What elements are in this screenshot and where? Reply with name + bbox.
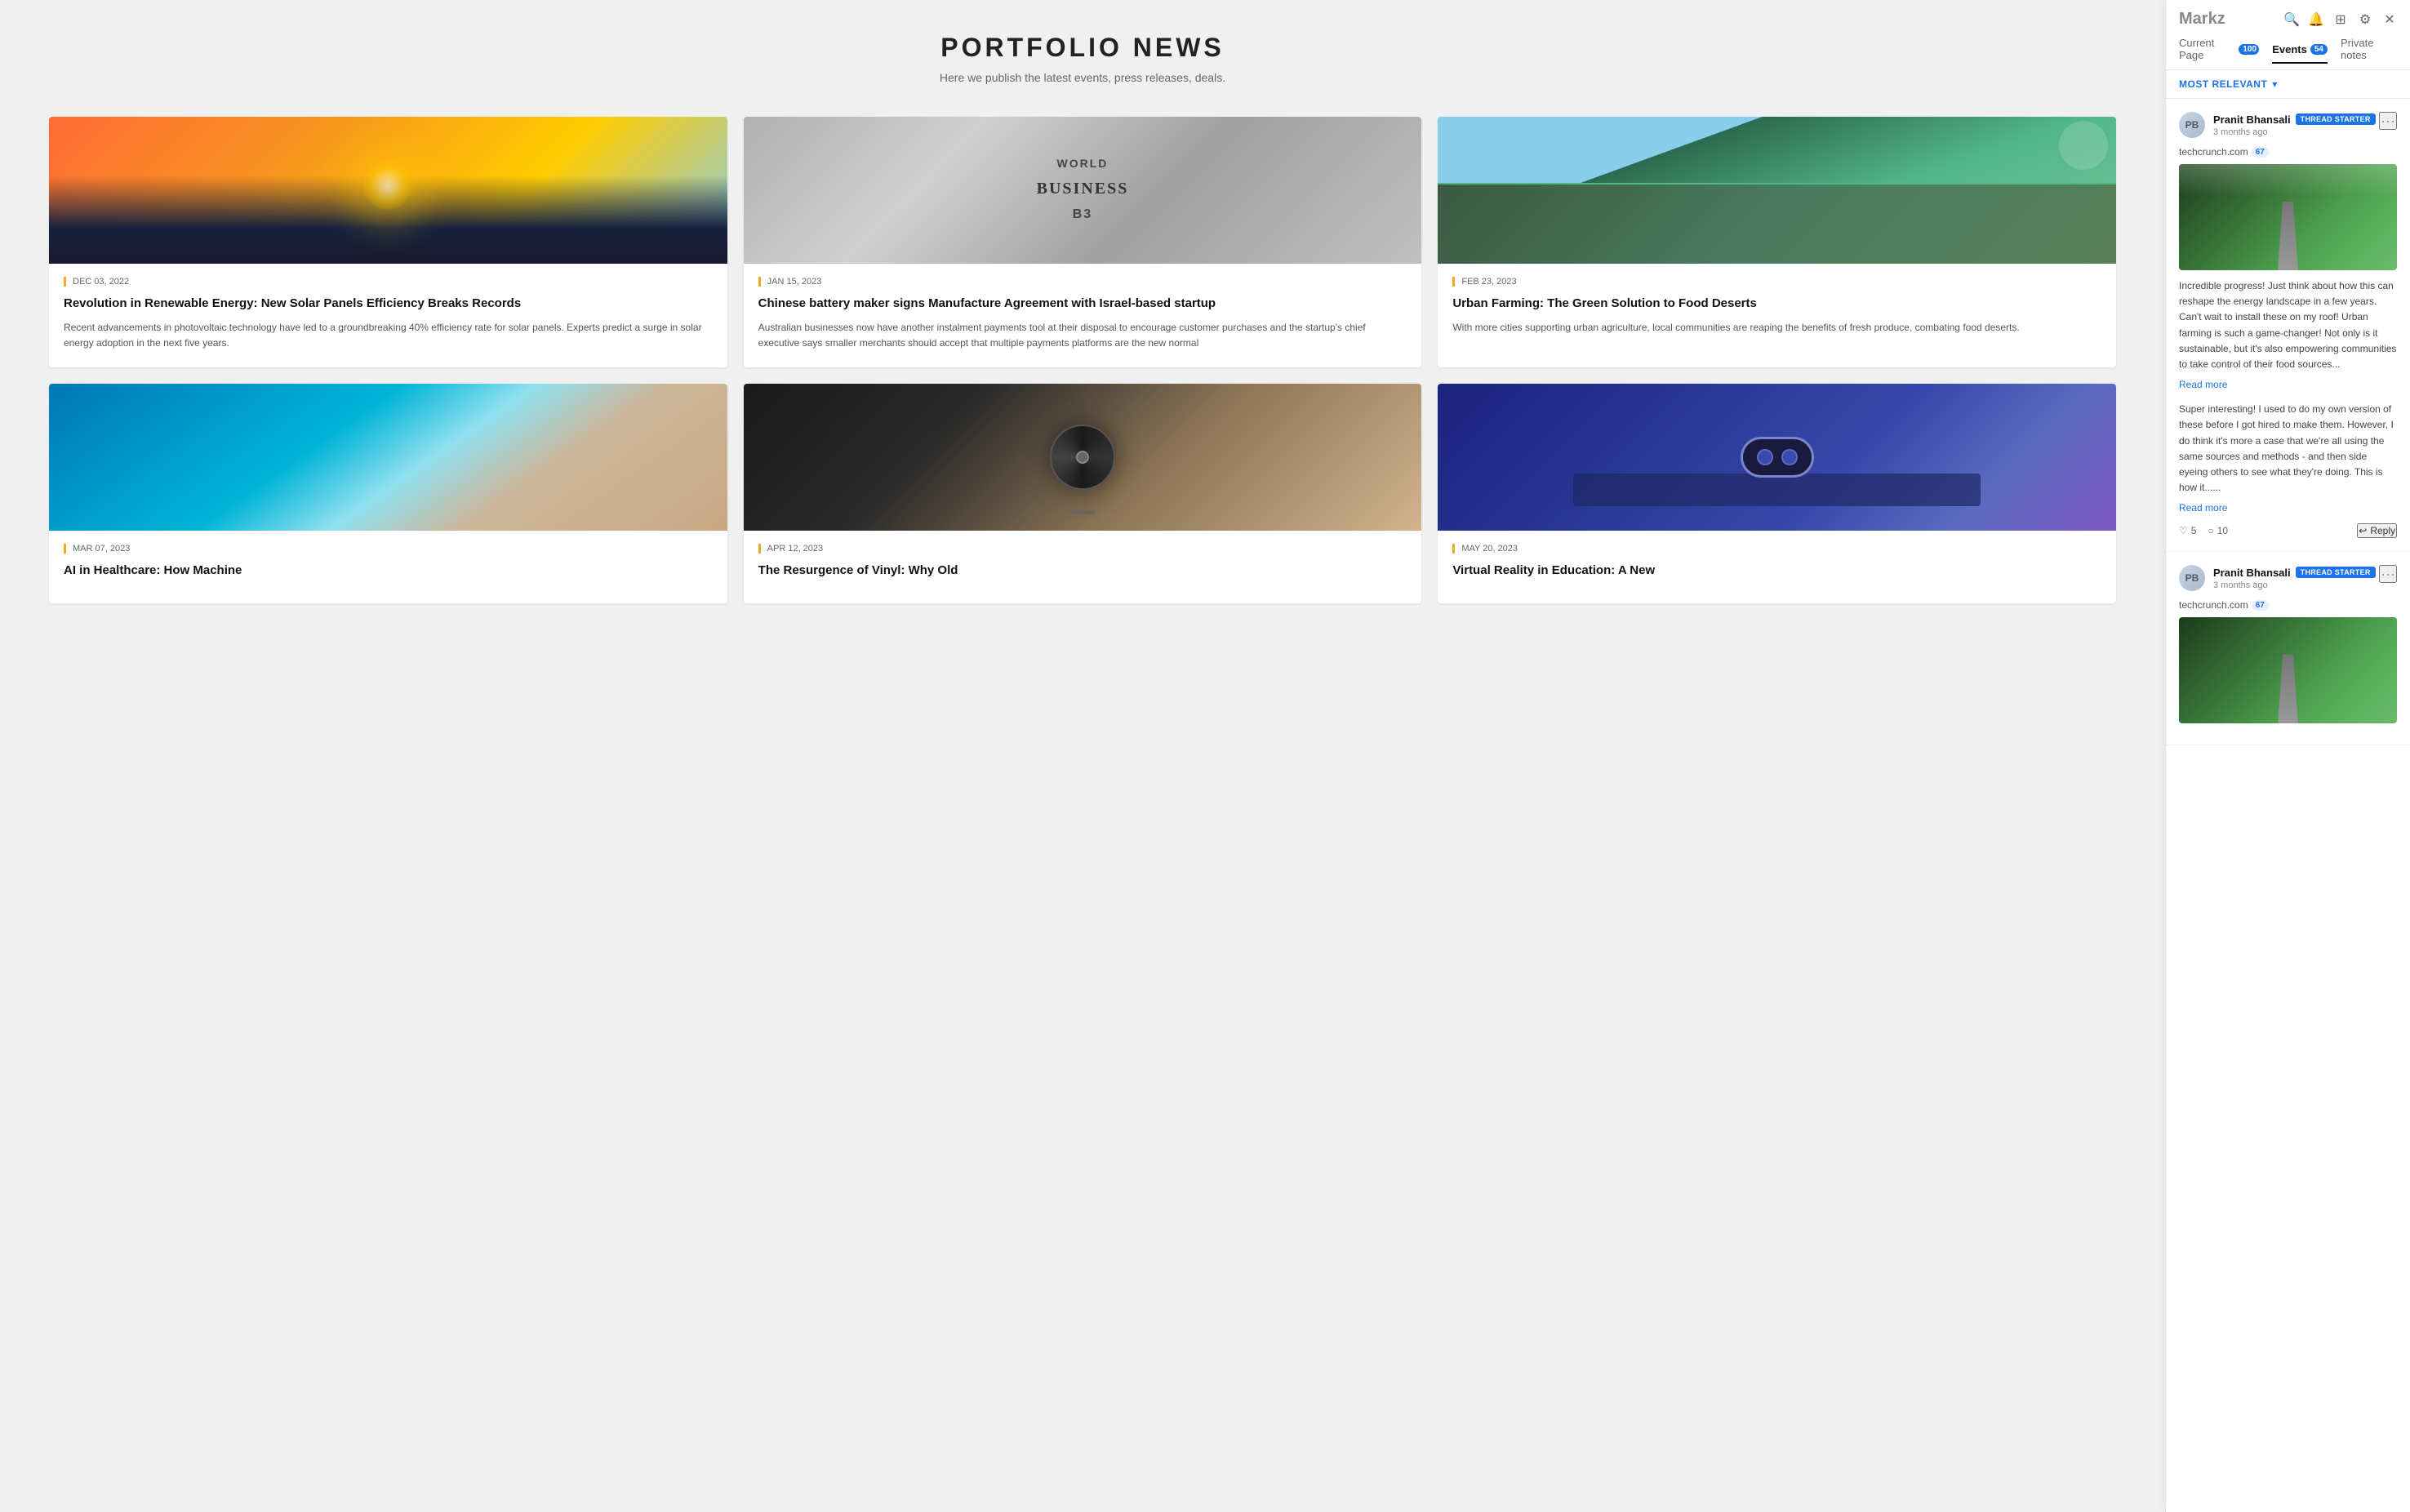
article-image-ocean: [49, 384, 727, 531]
like-button[interactable]: ♡ 5: [2179, 525, 2196, 536]
sidebar-header: Markz 🔍 🔔 ⊞ ⚙ ✕ Current Page 100 Events …: [2166, 0, 2410, 70]
gear-icon[interactable]: ⚙: [2358, 12, 2372, 27]
article-date: MAR 07, 2023: [64, 544, 713, 554]
thread-starter-badge: THREAD STARTER: [2296, 113, 2376, 125]
comment-meta: Pranit Bhansali THREAD STARTER 3 months …: [2213, 113, 2376, 137]
article-date: APR 12, 2023: [758, 544, 1407, 554]
sidebar: Markz 🔍 🔔 ⊞ ⚙ ✕ Current Page 100 Events …: [2165, 0, 2410, 1512]
page-header: PORTFOLIO NEWS Here we publish the lates…: [49, 33, 2116, 84]
close-icon[interactable]: ✕: [2382, 12, 2397, 27]
source-name: techcrunch.com: [2179, 146, 2248, 158]
comment-meta-2: Pranit Bhansali THREAD STARTER 3 months …: [2213, 567, 2376, 590]
grid-icon[interactable]: ⊞: [2333, 12, 2348, 27]
comment-source-2: techcrunch.com 67: [2179, 599, 2397, 611]
sidebar-tabs: Current Page 100 Events 54 Private notes: [2179, 37, 2397, 69]
tab-private-notes[interactable]: Private notes: [2341, 37, 2397, 69]
article-excerpt: Australian businesses now have another i…: [758, 320, 1407, 351]
sidebar-top-bar: Markz 🔍 🔔 ⊞ ⚙ ✕: [2179, 10, 2397, 29]
article-card[interactable]: WORLD BUSINESS B3 JAN 15, 2023 Chinese b…: [744, 117, 1422, 367]
article-card[interactable]: MAY 20, 2023 Virtual Reality in Educatio…: [1438, 384, 2116, 603]
comment-image: [2179, 164, 2397, 270]
source-name-2: techcrunch.com: [2179, 599, 2248, 611]
read-more-link-2[interactable]: Read more: [2179, 502, 2227, 514]
article-card[interactable]: FEB 23, 2023 Urban Farming: The Green So…: [1438, 117, 2116, 367]
article-title: AI in Healthcare: How Machine: [64, 562, 713, 579]
article-title: The Resurgence of Vinyl: Why Old: [758, 562, 1407, 579]
comments-list: PB Pranit Bhansali THREAD STARTER 3 mont…: [2166, 99, 2410, 1512]
article-body: FEB 23, 2023 Urban Farming: The Green So…: [1438, 264, 2116, 352]
tab-events[interactable]: Events 54: [2272, 43, 2328, 64]
article-body: JAN 15, 2023 Chinese battery maker signs…: [744, 264, 1422, 367]
comment-image-2: [2179, 617, 2397, 723]
comment-user-row-2: Pranit Bhansali THREAD STARTER: [2213, 567, 2376, 579]
comment-button[interactable]: ○ 10: [2208, 525, 2228, 536]
comment-standalone: Super interesting! I used to do my own v…: [2179, 402, 2397, 496]
source-badge-2: 67: [2252, 600, 2269, 611]
article-card[interactable]: APR 12, 2023 The Resurgence of Vinyl: Wh…: [744, 384, 1422, 603]
article-title: Revolution in Renewable Energy: New Sola…: [64, 295, 713, 312]
article-body: MAY 20, 2023 Virtual Reality in Educatio…: [1438, 531, 2116, 603]
filter-bar[interactable]: MOST RELEVANT ▾: [2166, 70, 2410, 99]
chevron-down-icon: ▾: [2272, 78, 2277, 90]
article-title: Urban Farming: The Green Solution to Foo…: [1452, 295, 2101, 312]
source-badge: 67: [2252, 147, 2269, 158]
article-image-solar: [49, 117, 727, 264]
page-title: PORTFOLIO NEWS: [49, 33, 2116, 63]
comment-username-2: Pranit Bhansali: [2213, 567, 2291, 579]
article-body: MAR 07, 2023 AI in Healthcare: How Machi…: [49, 531, 727, 603]
article-date: FEB 23, 2023: [1452, 277, 2101, 287]
article-body: DEC 03, 2022 Revolution in Renewable Ene…: [49, 264, 727, 367]
comment-time: 3 months ago: [2213, 127, 2376, 137]
comment-header: PB Pranit Bhansali THREAD STARTER 3 mont…: [2179, 112, 2397, 138]
article-title: Virtual Reality in Education: A New: [1452, 562, 2101, 579]
comment-user-info: PB Pranit Bhansali THREAD STARTER 3 mont…: [2179, 112, 2376, 138]
bell-icon[interactable]: 🔔: [2309, 12, 2323, 27]
article-image-vinyl: [744, 384, 1422, 531]
filter-label: MOST RELEVANT: [2179, 78, 2267, 90]
article-image-vr: [1438, 384, 2116, 531]
comment-more-button[interactable]: ···: [2379, 112, 2397, 130]
forest-image: [2179, 164, 2397, 270]
comment-source: techcrunch.com 67: [2179, 146, 2397, 158]
comment-icon: ○: [2208, 525, 2213, 536]
article-excerpt: With more cities supporting urban agricu…: [1452, 320, 2101, 336]
article-excerpt: Recent advancements in photovoltaic tech…: [64, 320, 713, 351]
comment-time-2: 3 months ago: [2213, 580, 2376, 590]
comment-text: Incredible progress! Just think about ho…: [2179, 278, 2397, 372]
article-title: Chinese battery maker signs Manufacture …: [758, 295, 1407, 312]
like-count: 5: [2191, 525, 2197, 536]
comment-more-button-2[interactable]: ···: [2379, 565, 2397, 583]
articles-grid: DEC 03, 2022 Revolution in Renewable Ene…: [49, 117, 2116, 603]
comment-count: 10: [2217, 525, 2228, 536]
reply-icon: ↩: [2359, 525, 2367, 536]
article-date: MAY 20, 2023: [1452, 544, 2101, 554]
markz-logo: Markz: [2179, 10, 2225, 29]
tab-current-page[interactable]: Current Page 100: [2179, 37, 2259, 69]
comment-section: PB Pranit Bhansali THREAD STARTER 3 mont…: [2166, 99, 2410, 552]
heart-icon: ♡: [2179, 525, 2188, 536]
article-date: DEC 03, 2022: [64, 277, 713, 287]
main-content: PORTFOLIO NEWS Here we publish the lates…: [0, 0, 2165, 1512]
article-date: JAN 15, 2023: [758, 277, 1407, 287]
sidebar-icons: 🔍 🔔 ⊞ ⚙ ✕: [2284, 12, 2397, 27]
comment-username: Pranit Bhansali: [2213, 113, 2291, 126]
article-image-farming: [1438, 117, 2116, 264]
page-subtitle: Here we publish the latest events, press…: [49, 71, 2116, 84]
reply-button[interactable]: ↩ Reply: [2357, 523, 2397, 538]
read-more-link[interactable]: Read more: [2179, 379, 2227, 390]
article-card[interactable]: DEC 03, 2022 Revolution in Renewable Ene…: [49, 117, 727, 367]
comment-section-2: PB Pranit Bhansali THREAD STARTER 3 mont…: [2166, 552, 2410, 745]
avatar: PB: [2179, 112, 2205, 138]
forest-image-2: [2179, 617, 2397, 723]
comment-user-row: Pranit Bhansali THREAD STARTER: [2213, 113, 2376, 126]
article-body: APR 12, 2023 The Resurgence of Vinyl: Wh…: [744, 531, 1422, 603]
article-card[interactable]: MAR 07, 2023 AI in Healthcare: How Machi…: [49, 384, 727, 603]
comment-actions: ♡ 5 ○ 10 ↩ Reply: [2179, 523, 2397, 538]
comment-header-2: PB Pranit Bhansali THREAD STARTER 3 mont…: [2179, 565, 2397, 591]
comment-user-info-2: PB Pranit Bhansali THREAD STARTER 3 mont…: [2179, 565, 2376, 591]
avatar-2: PB: [2179, 565, 2205, 591]
thread-starter-badge-2: THREAD STARTER: [2296, 567, 2376, 578]
search-icon[interactable]: 🔍: [2284, 12, 2299, 27]
article-image-newspaper: WORLD BUSINESS B3: [744, 117, 1422, 264]
